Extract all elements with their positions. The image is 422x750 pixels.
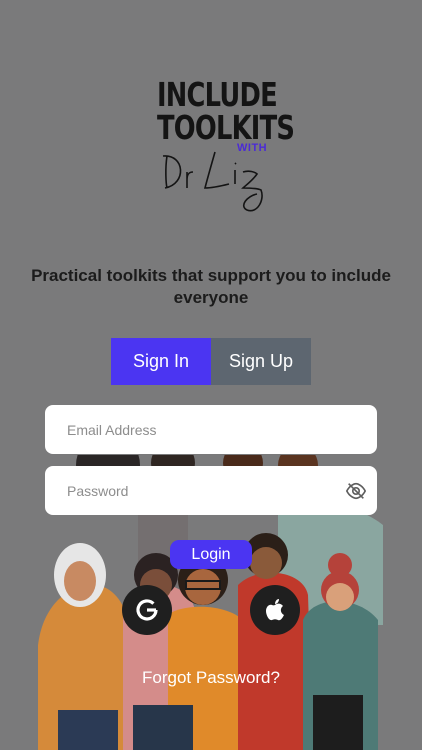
apple-signin-button[interactable] — [250, 585, 300, 635]
logo-line-toolkits: TOOLKITS — [157, 108, 295, 147]
auth-tabs: Sign In Sign Up — [111, 338, 311, 385]
google-signin-button[interactable] — [122, 585, 172, 635]
apple-icon — [266, 599, 284, 621]
google-icon — [136, 599, 158, 621]
logo-line-include: INCLUDE — [157, 75, 278, 114]
forgot-password-link[interactable]: Forgot Password? — [0, 668, 422, 688]
app-logo: INCLUDE TOOLKITS WITH — [157, 78, 295, 218]
email-field-container — [45, 405, 377, 454]
eye-off-icon[interactable] — [345, 480, 367, 502]
tab-sign-up[interactable]: Sign Up — [211, 338, 311, 385]
tab-sign-in[interactable]: Sign In — [111, 338, 211, 385]
password-input[interactable] — [65, 481, 357, 500]
email-input[interactable] — [65, 420, 357, 439]
tagline: Practical toolkits that support you to i… — [31, 266, 391, 307]
login-button[interactable]: Login — [170, 540, 252, 569]
password-field-container — [45, 466, 377, 515]
logo-signature — [162, 151, 263, 212]
